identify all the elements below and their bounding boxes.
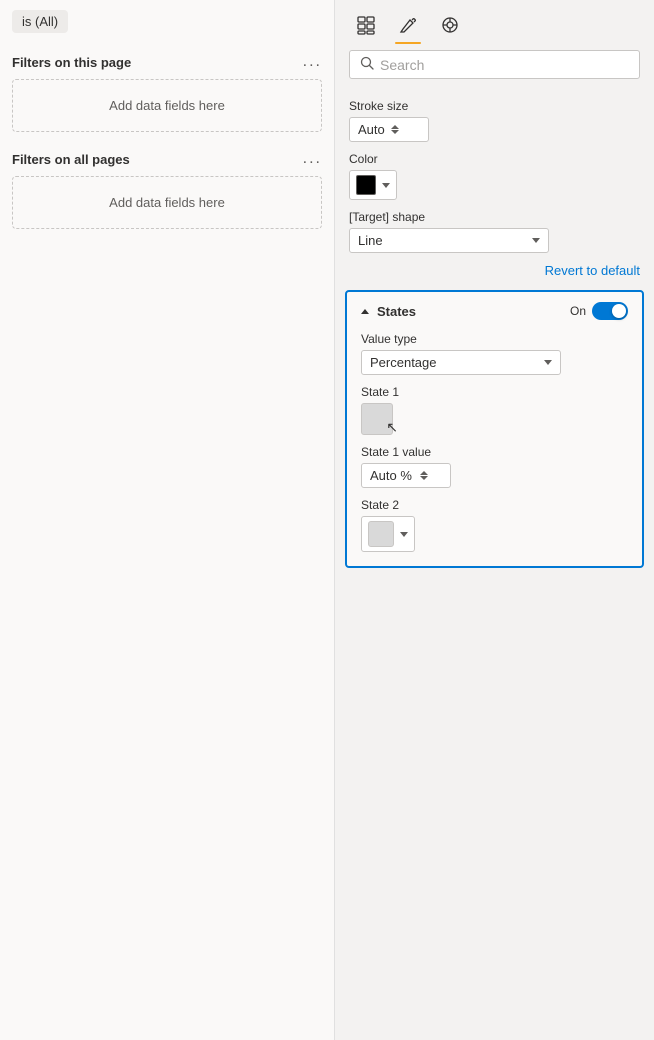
value-type-label: Value type	[361, 332, 628, 346]
value-type-chevron	[544, 360, 552, 365]
stroke-size-row: Auto	[349, 117, 640, 142]
stroke-size-select[interactable]: Auto	[349, 117, 429, 142]
grid-icon[interactable]	[349, 8, 383, 42]
value-type-value: Percentage	[370, 355, 437, 370]
state1-value-input[interactable]: Auto %	[361, 463, 451, 488]
right-panel: Stroke size Auto Color [Target] shape Li…	[335, 0, 654, 1040]
filters-all-pages-header: Filters on all pages ...	[12, 150, 322, 168]
format-icon[interactable]	[433, 8, 467, 42]
target-shape-select[interactable]: Line	[349, 228, 549, 253]
state1-value-arrows	[420, 471, 428, 480]
filters-this-page-add-fields[interactable]: Add data fields here	[12, 79, 322, 132]
states-chevron-up[interactable]	[361, 309, 369, 314]
states-section: States On Value type Percentage State 1 …	[345, 290, 644, 568]
target-shape-label: [Target] shape	[349, 210, 640, 224]
stroke-size-arrows	[391, 125, 399, 134]
paint-icon[interactable]	[391, 8, 425, 42]
state2-row	[361, 516, 628, 552]
color-label: Color	[349, 152, 640, 166]
color-swatch	[356, 175, 376, 195]
state1-value-row: Auto %	[361, 463, 628, 488]
color-picker-button[interactable]	[349, 170, 397, 200]
state1-value-text: Auto %	[370, 468, 412, 483]
toolbar	[335, 0, 654, 42]
state1-value-label: State 1 value	[361, 445, 628, 459]
state2-color-swatch	[368, 521, 394, 547]
states-toggle-label: On	[570, 304, 586, 318]
states-toggle-row: On	[570, 302, 628, 320]
filter-tag: is (All)	[12, 10, 68, 33]
filters-this-page-title: Filters on this page	[12, 55, 131, 70]
states-toggle[interactable]	[592, 302, 628, 320]
target-shape-value: Line	[358, 233, 383, 248]
search-bar[interactable]	[349, 50, 640, 79]
filters-this-page-header: Filters on this page ...	[12, 53, 322, 71]
target-shape-chevron	[532, 238, 540, 243]
cursor-icon: ↖	[386, 419, 398, 436]
left-panel: is (All) Filters on this page ... Add da…	[0, 0, 335, 1040]
stroke-size-label: Stroke size	[349, 99, 640, 113]
state1-color-picker[interactable]: ↖	[361, 403, 393, 435]
properties-section: Stroke size Auto Color [Target] shape Li…	[335, 89, 654, 253]
value-type-select[interactable]: Percentage	[361, 350, 561, 375]
states-title-group: States	[361, 304, 416, 319]
state2-color-picker[interactable]	[361, 516, 415, 552]
stroke-size-value: Auto	[358, 122, 385, 137]
states-header: States On	[361, 302, 628, 320]
filters-all-pages-menu[interactable]: ...	[303, 150, 322, 168]
revert-to-default-link[interactable]: Revert to default	[335, 253, 654, 284]
state2-label: State 2	[361, 498, 628, 512]
target-shape-row: Line	[349, 228, 640, 253]
search-input[interactable]	[380, 57, 629, 73]
filters-all-pages-title: Filters on all pages	[12, 152, 130, 167]
state2-chevron	[400, 532, 408, 537]
states-title: States	[377, 304, 416, 319]
state1-row: ↖	[361, 403, 628, 435]
color-chevron-down	[382, 183, 390, 188]
states-toggle-thumb	[612, 304, 626, 318]
filters-all-pages-add-fields[interactable]: Add data fields here	[12, 176, 322, 229]
filters-this-page-menu[interactable]: ...	[303, 53, 322, 71]
search-icon	[360, 56, 374, 73]
value-type-row: Percentage	[361, 350, 628, 375]
color-row	[349, 170, 640, 200]
state1-label: State 1	[361, 385, 628, 399]
